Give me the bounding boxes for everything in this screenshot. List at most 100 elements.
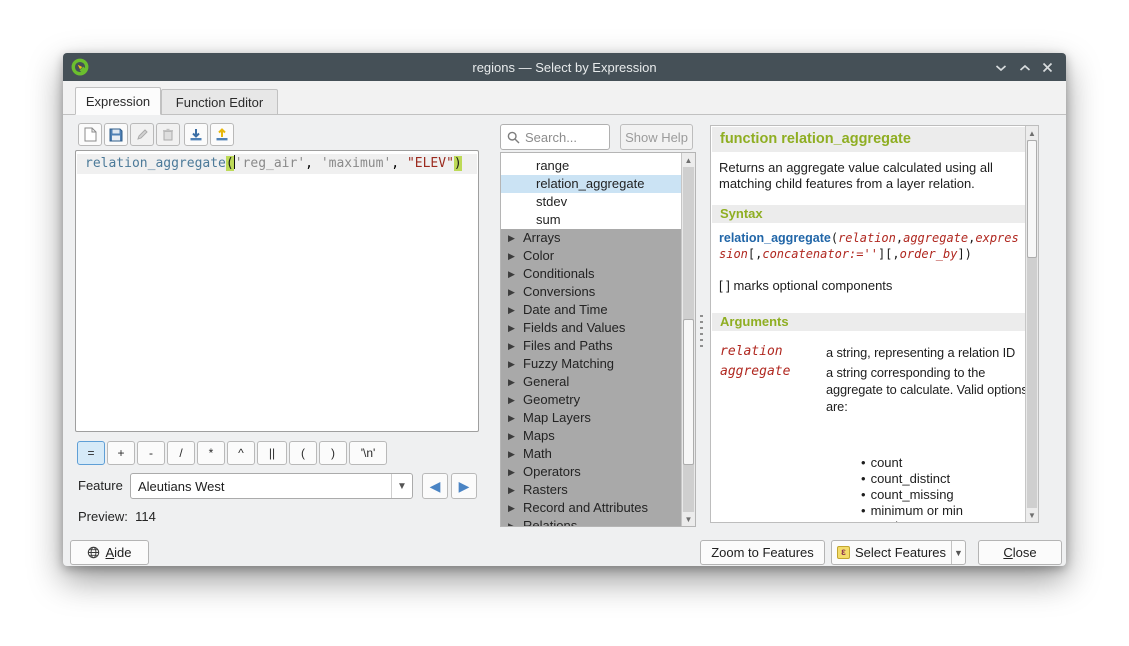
expand-arrow-icon: ▶: [508, 283, 515, 301]
operator-open-paren-button[interactable]: (: [289, 441, 317, 465]
expression-editor[interactable]: relation_aggregate('reg_air', 'maximum',…: [75, 150, 479, 432]
maximize-icon[interactable]: [1017, 60, 1032, 75]
function-help-panel: function relation_aggregate Returns an a…: [710, 125, 1039, 523]
operator-power-button[interactable]: ^: [227, 441, 255, 465]
zoom-to-features-button[interactable]: Zoom to Features: [700, 540, 825, 565]
export-expression-button[interactable]: [210, 123, 234, 146]
preview-value: 114: [135, 509, 156, 524]
expand-arrow-icon: ▶: [508, 373, 515, 391]
operator-plus-button[interactable]: +: [107, 441, 135, 465]
function-group-files-and-paths[interactable]: ▶Files and Paths: [501, 337, 681, 355]
operator-concat-button[interactable]: ||: [257, 441, 287, 465]
tab-function-editor[interactable]: Function Editor: [161, 89, 278, 115]
scrollbar-thumb[interactable]: [1027, 140, 1037, 258]
function-group-record-and-attributes[interactable]: ▶Record and Attributes: [501, 499, 681, 517]
expand-arrow-icon: ▶: [508, 247, 515, 265]
function-item-stdev[interactable]: stdev: [501, 193, 681, 211]
help-panel-scrollbar[interactable]: ▲ ▼: [1025, 126, 1038, 522]
expand-arrow-icon: ▶: [508, 517, 515, 527]
function-group-conditionals[interactable]: ▶Conditionals: [501, 265, 681, 283]
expand-arrow-icon: ▶: [508, 265, 515, 283]
select-features-dropdown-arrow[interactable]: ▼: [951, 541, 965, 564]
code-close-paren: ): [454, 156, 462, 171]
function-group-operators[interactable]: ▶Operators: [501, 463, 681, 481]
show-help-button[interactable]: Show Help: [620, 124, 693, 150]
scroll-down-icon[interactable]: ▼: [682, 512, 695, 526]
argument-desc-relation: a string, representing a relation ID: [826, 344, 1025, 361]
function-group-maps[interactable]: ▶Maps: [501, 427, 681, 445]
expand-arrow-icon: ▶: [508, 463, 515, 481]
expand-arrow-icon: ▶: [508, 319, 515, 337]
titlebar[interactable]: regions — Select by Expression: [63, 53, 1066, 81]
function-group-color[interactable]: ▶Color: [501, 247, 681, 265]
expand-arrow-icon: ▶: [508, 301, 515, 319]
preview-label: Preview:: [78, 509, 128, 524]
next-feature-button[interactable]: ▶: [451, 473, 477, 499]
import-arrow-icon: [189, 128, 203, 142]
new-expression-button[interactable]: [78, 123, 102, 146]
operator-divide-button[interactable]: /: [167, 441, 195, 465]
function-list[interactable]: range relation_aggregate stdev sum ▶Arra…: [500, 152, 696, 527]
function-list-scrollbar[interactable]: ▲ ▼: [681, 153, 695, 526]
function-group-fuzzy-matching[interactable]: ▶Fuzzy Matching: [501, 355, 681, 373]
scroll-up-icon[interactable]: ▲: [1026, 126, 1038, 140]
function-group-date-and-time[interactable]: ▶Date and Time: [501, 301, 681, 319]
help-description: Returns an aggregate value calculated us…: [719, 160, 1021, 192]
previous-feature-button[interactable]: ◀: [422, 473, 448, 499]
function-group-arrays[interactable]: ▶Arrays: [501, 229, 681, 247]
function-item-sum[interactable]: sum: [501, 211, 681, 229]
function-group-general[interactable]: ▶General: [501, 373, 681, 391]
save-icon: [109, 128, 123, 142]
minimize-icon[interactable]: [993, 60, 1008, 75]
scroll-down-icon[interactable]: ▼: [1026, 508, 1038, 522]
operator-minus-button[interactable]: -: [137, 441, 165, 465]
function-group-geometry[interactable]: ▶Geometry: [501, 391, 681, 409]
code-field-arg3: "ELEV": [407, 156, 454, 171]
close-icon[interactable]: [1040, 60, 1055, 75]
expand-arrow-icon: ▶: [508, 445, 515, 463]
optional-components-note: [ ] marks optional components: [719, 278, 892, 293]
select-features-button[interactable]: ε Select Features ▼: [831, 540, 966, 565]
select-features-icon: ε: [837, 546, 850, 559]
scroll-up-icon[interactable]: ▲: [682, 153, 695, 167]
operator-close-paren-button[interactable]: ): [319, 441, 347, 465]
aggregate-option: •minimum or min: [861, 503, 963, 518]
function-group-conversions[interactable]: ▶Conversions: [501, 283, 681, 301]
function-group-fields-and-values[interactable]: ▶Fields and Values: [501, 319, 681, 337]
qgis-logo-icon: [71, 58, 89, 76]
edit-expression-button[interactable]: [130, 123, 154, 146]
code-open-paren: (: [226, 156, 234, 171]
help-button[interactable]: Aide: [70, 540, 149, 565]
search-input[interactable]: [525, 126, 607, 148]
arguments-header: Arguments: [712, 313, 1025, 331]
scrollbar-thumb[interactable]: [683, 319, 694, 465]
close-button[interactable]: Close: [978, 540, 1062, 565]
operator-newline-button[interactable]: '\n': [349, 441, 387, 465]
save-expression-button[interactable]: [104, 123, 128, 146]
operator-equals-button[interactable]: =: [77, 441, 105, 465]
syntax-header: Syntax: [712, 205, 1025, 223]
code-separator: ,: [391, 156, 407, 171]
feature-combobox[interactable]: Aleutians West ▼: [130, 473, 413, 499]
function-item-range[interactable]: range: [501, 157, 681, 175]
expand-arrow-icon: ▶: [508, 427, 515, 445]
delete-expression-button[interactable]: [156, 123, 180, 146]
function-group-relations[interactable]: ▶Relations: [501, 517, 681, 527]
argument-name-relation: relation: [720, 344, 783, 359]
aggregate-option: •count_distinct: [861, 471, 950, 486]
function-item-relation-aggregate[interactable]: relation_aggregate: [501, 175, 681, 193]
panel-splitter-handle[interactable]: [700, 315, 703, 349]
tab-expression[interactable]: Expression: [75, 87, 161, 115]
aggregate-option: •count: [861, 455, 902, 470]
function-group-math[interactable]: ▶Math: [501, 445, 681, 463]
arrow-right-icon: ▶: [459, 478, 470, 495]
function-search[interactable]: [500, 124, 610, 150]
select-by-expression-dialog: regions — Select by Expression Expressio…: [63, 53, 1066, 566]
feature-combobox-value: Aleutians West: [138, 479, 224, 494]
feature-label: Feature: [78, 478, 123, 493]
operator-multiply-button[interactable]: *: [197, 441, 225, 465]
function-group-rasters[interactable]: ▶Rasters: [501, 481, 681, 499]
chevron-down-icon: ▼: [391, 474, 412, 498]
function-group-map-layers[interactable]: ▶Map Layers: [501, 409, 681, 427]
import-expression-button[interactable]: [184, 123, 208, 146]
